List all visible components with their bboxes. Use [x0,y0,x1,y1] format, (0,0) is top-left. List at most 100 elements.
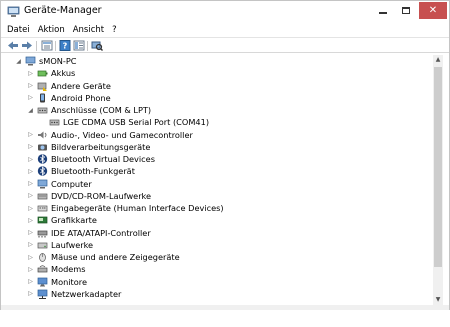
tree-item-label: Netzwerkadapter [51,288,122,299]
tree-category-item[interactable]: ▷ Bildverarbeitungsgeräte [26,141,150,153]
tree-category-item[interactable]: ▷ Mäuse und andere Zeigegeräte [26,251,179,263]
collapse-arrow-icon[interactable]: ◢ [14,58,23,65]
scrollbar-thumb[interactable] [434,67,442,267]
scroll-down-arrow-icon[interactable]: ▼ [433,295,443,305]
minimize-button[interactable] [372,2,394,19]
tree-item-label: Grafikkarte [51,215,97,226]
menu-datei[interactable]: Datei [7,25,30,35]
back-arrow-icon[interactable] [7,40,19,51]
expand-arrow-icon[interactable]: ▷ [26,168,35,175]
display-adapter-icon [37,217,48,224]
phone-icon [40,93,45,103]
tree-category-item[interactable]: ▷ DVD/CD-ROM-Laufwerke [26,190,151,202]
help-icon[interactable]: ? [59,40,71,51]
tree-category-item[interactable]: ▷ Akkus [26,67,75,79]
battery-icon [37,71,48,77]
tree-item-label: Bluetooth Virtual Devices [51,154,155,165]
expand-arrow-icon[interactable]: ▷ [26,266,35,273]
expand-arrow-icon[interactable]: ▷ [26,241,35,248]
tree-category-item[interactable]: ▷ Monitore [26,276,87,288]
toolbar-separator [87,41,88,51]
properties-icon[interactable] [41,40,53,51]
expand-arrow-icon[interactable]: ▷ [26,131,35,138]
tree-item-label: Akkus [51,68,76,79]
collapse-arrow-icon[interactable]: ◢ [26,107,35,114]
scroll-up-arrow-icon[interactable]: ▲ [433,55,443,65]
tree-item-label: Andere Geräte [51,80,111,91]
menu-bar: Datei Aktion Ansicht ? [1,23,449,37]
tree-category-item[interactable]: ▷ Modems [26,263,86,275]
tree-item-label: Monitore [51,276,87,287]
tree-category-item[interactable]: ▷ Netzwerkadapter [26,288,121,300]
speaker-icon [38,131,47,139]
forward-arrow-icon[interactable] [21,40,33,51]
tree-category-item[interactable]: ▷ Grafikkarte [26,214,97,226]
network-adapter-icon [37,289,48,299]
svg-text:?: ? [63,42,68,51]
tree-category-item[interactable]: ▷ Audio-, Video- und Gamecontroller [26,129,193,141]
tree-item-label: Bildverarbeitungsgeräte [51,141,151,152]
expand-arrow-icon[interactable]: ▷ [26,254,35,261]
mouse-icon [39,253,46,262]
tree-item-label: Android Phone [51,92,111,103]
title-bar[interactable]: Geräte-Manager ✕ [1,1,449,23]
maximize-button[interactable] [395,2,417,19]
unknown-device-icon [37,82,47,91]
menu-ansicht[interactable]: Ansicht [73,25,104,35]
toolbar-separator [55,41,56,51]
tree-item-label: DVD/CD-ROM-Laufwerke [51,190,152,201]
device-tree[interactable]: ◢ sMON-PC ▷ Akkus ▷ Andere Geräte ▷ Android P… [4,55,433,305]
expand-arrow-icon[interactable]: ▷ [26,205,35,212]
tree-category-item[interactable]: ▷ Bluetooth-Funkgerät [26,165,135,177]
hid-icon [37,205,48,212]
tree-category-item[interactable]: ◢ Anschlüsse (COM & LPT) [26,104,151,116]
close-button[interactable]: ✕ [419,2,447,19]
minimize-icon [379,12,387,14]
camera-icon [38,144,47,151]
tree-category-item[interactable]: ▷ Android Phone [26,92,111,104]
tree-device-item[interactable]: LGE CDMA USB Serial Port (COM41) [38,116,209,128]
expand-arrow-icon[interactable]: ▷ [26,229,35,236]
vertical-scrollbar[interactable]: ▲ ▼ [433,55,443,305]
status-bar [1,305,449,310]
toolbar: ? [1,37,449,53]
expand-arrow-icon[interactable]: ▷ [26,143,35,150]
tree-category-item[interactable]: ▷ Bluetooth Virtual Devices [26,153,155,165]
tree-root[interactable]: ◢ sMON-PC [14,55,77,67]
disk-drive-icon [37,242,48,249]
expand-arrow-icon[interactable]: ▷ [26,70,35,77]
device-manager-window: Geräte-Manager ✕ Datei Aktion Ansicht ? … [0,0,450,310]
disc-drive-icon [37,193,48,200]
expand-arrow-icon[interactable]: ▷ [26,156,35,163]
menu-help[interactable]: ? [112,25,117,35]
expand-arrow-icon[interactable]: ▷ [26,290,35,297]
expand-arrow-icon[interactable]: ▷ [26,192,35,199]
tree-item-label: Bluetooth-Funkgerät [51,166,135,177]
maximize-icon [402,7,410,14]
modem-icon [37,265,48,273]
scan-hardware-icon[interactable] [91,40,103,51]
ide-controller-icon [37,230,48,238]
close-icon: ✕ [428,5,438,16]
port-icon [37,107,48,114]
tree-item-label: LGE CDMA USB Serial Port (COM41) [63,117,210,128]
tree-root-label: sMON-PC [39,56,77,67]
tree-category-item[interactable]: ▷ Computer [26,178,92,190]
tree-item-label: Laufwerke [51,239,94,250]
expand-arrow-icon[interactable]: ▷ [26,82,35,89]
tree-category-item[interactable]: ▷ IDE ATA/ATAPI-Controller [26,227,151,239]
expand-arrow-icon[interactable]: ▷ [26,278,35,285]
tree-item-label: IDE ATA/ATAPI-Controller [51,227,151,238]
tree-item-label: Audio-, Video- und Gamecontroller [51,129,193,140]
tree-category-item[interactable]: ▷ Andere Geräte [26,80,111,92]
expand-arrow-icon[interactable]: ▷ [26,94,35,101]
menu-aktion[interactable]: Aktion [38,25,65,35]
expand-arrow-icon[interactable]: ▷ [26,180,35,187]
view-icon[interactable] [73,40,85,51]
tree-category-item[interactable]: ▷ Laufwerke [26,239,93,251]
tree-category-item[interactable]: ▷ Eingabegeräte (Human Interface Devices) [26,202,223,214]
tree-item-label: Modems [51,264,86,275]
monitor-icon [37,277,48,287]
tree-item-label: Computer [51,178,92,189]
expand-arrow-icon[interactable]: ▷ [26,217,35,224]
